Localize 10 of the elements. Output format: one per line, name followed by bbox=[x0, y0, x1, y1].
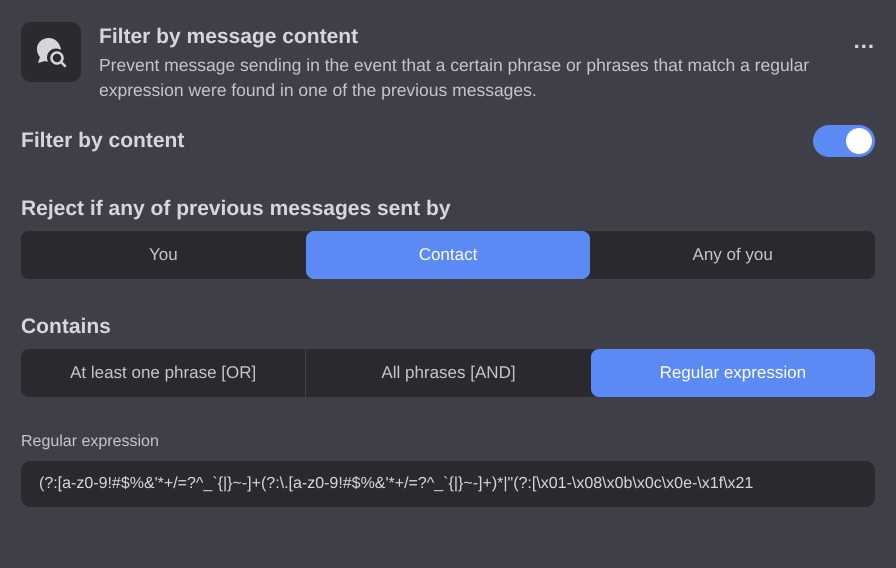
toggle-label: Filter by content bbox=[21, 129, 184, 153]
more-menu-button[interactable]: ... bbox=[854, 28, 875, 54]
section-label: Reject if any of previous messages sent by bbox=[21, 197, 452, 221]
regex-input-field[interactable]: (?:[a-z0-9!#$%&'*+/=?^_`{|}~-]+(?:\.[a-z0-9!#$%&'*+/=?^_`{|}~-]+)*|"(?:[\x01-\x08\x0b\x0c\x0e-\x1f\x21 bbox=[21, 461, 875, 507]
card-description: Prevent message sending in the event that a certain phrase or phrases that match a regular expression were found in one of the previous messages. bbox=[99, 54, 810, 102]
toggle-switch[interactable] bbox=[813, 125, 875, 157]
section-label: Contains bbox=[21, 315, 112, 339]
field-label: Regular expression bbox=[21, 433, 160, 451]
card-title: Filter by message content bbox=[99, 25, 360, 49]
chat-search-icon bbox=[34, 35, 68, 69]
